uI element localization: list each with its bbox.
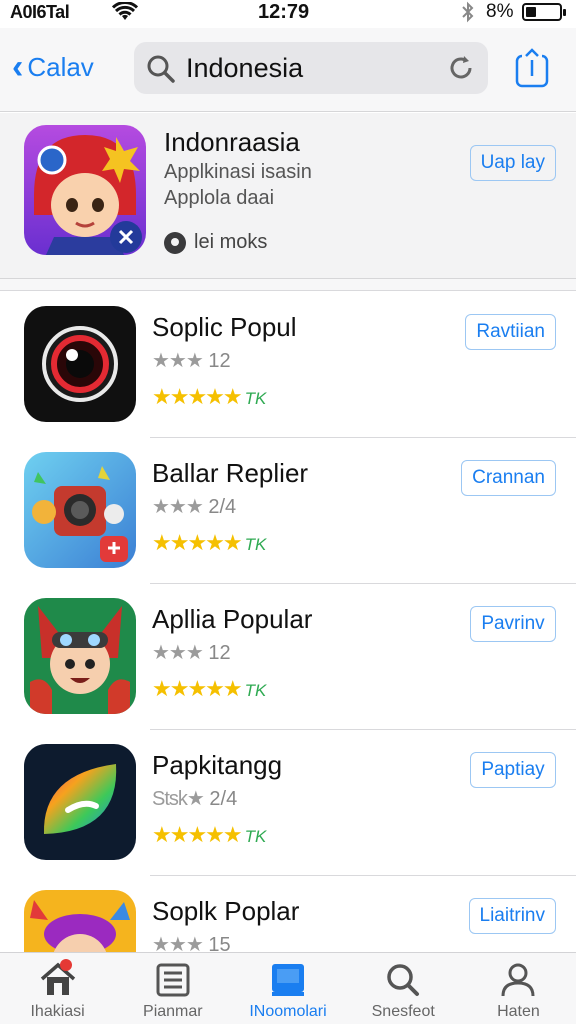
- status-bar: A0I6Tal 12:79 8%: [0, 0, 576, 28]
- tab-label: INoomolari: [249, 1003, 327, 1020]
- tab-label: Snesfeot: [371, 1003, 435, 1020]
- app-stars: ★★★★★ TK: [152, 530, 267, 555]
- get-button[interactable]: Paptiay: [470, 752, 556, 788]
- back-label: Calav: [27, 51, 94, 82]
- wifi-icon: [111, 1, 139, 27]
- search-icon: [383, 961, 423, 1001]
- tab-label: Haten: [497, 1003, 540, 1020]
- app-title: Apllia Popular: [152, 604, 313, 634]
- tab-home[interactable]: Ihakiasi: [0, 953, 115, 1024]
- tab-bar: Ihakiasi Pianmar INoomolari Snesfeot Hat…: [0, 952, 576, 1024]
- search-bar[interactable]: [134, 42, 488, 94]
- featured-subtitle-2: Applola daai: [164, 187, 275, 209]
- app-icon-robot: [24, 452, 136, 568]
- list-item[interactable]: Apllia Popular ★★★ 12 ★★★★★ TK Pavrinv: [0, 584, 576, 730]
- get-button[interactable]: Ravtiian: [465, 314, 556, 350]
- app-title: Soplk Poplar: [152, 896, 300, 926]
- get-button[interactable]: Crannan: [461, 460, 556, 496]
- info-icon: [164, 231, 186, 254]
- featured-subtitle: Applkinasi isasin: [164, 161, 312, 183]
- app-rating: ★★★ 2/4: [152, 496, 237, 518]
- tab-search[interactable]: Snesfeot: [346, 953, 461, 1024]
- get-button[interactable]: Pavrinv: [470, 606, 556, 642]
- app-stars: ★★★★★ TK: [152, 384, 267, 409]
- app-rating: ★★★ 12: [152, 642, 231, 664]
- app-stars: ★★★★★ TK: [152, 676, 267, 701]
- app-title: Papkitangg: [152, 750, 283, 780]
- app-title: Soplic Popul: [152, 312, 297, 342]
- apps-icon: [268, 961, 308, 1001]
- notification-badge: [60, 959, 72, 971]
- list-item[interactable]: Papkitangg Stsk★ 2/4 ★★★★★ TK Paptiay: [0, 730, 576, 876]
- app-icon-character: [24, 598, 136, 714]
- app-icon-camera: [24, 306, 136, 422]
- list-item[interactable]: Soplic Popul ★★★ 12 ★★★★★ TK Ravtiian: [0, 292, 576, 438]
- profile-icon: [498, 961, 538, 1001]
- featured-result[interactable]: Indonraasia Applkinasi isasin Applola da…: [0, 113, 576, 279]
- search-input[interactable]: [186, 51, 436, 85]
- tab-label: Ihakiasi: [30, 1003, 85, 1020]
- app-rating: ★★★ 12: [152, 350, 231, 372]
- app-icon-leaf: [24, 744, 136, 860]
- clock: 12:79: [258, 1, 310, 23]
- app-title: Ballar Replier: [152, 458, 309, 488]
- battery-percent: 8%: [486, 1, 514, 22]
- featured-get-button[interactable]: Uap lay: [469, 145, 556, 181]
- featured-title: Indonraasia: [164, 127, 300, 157]
- section-separator: [0, 279, 576, 291]
- tab-profile[interactable]: Haten: [461, 953, 576, 1024]
- get-button[interactable]: Liaitrinv: [468, 898, 556, 934]
- calendar-icon: [153, 961, 193, 1001]
- featured-meta-label: lei moks: [194, 231, 268, 253]
- app-stars: ★★★★★ TK: [152, 822, 267, 847]
- bluetooth-icon: [460, 1, 476, 28]
- tab-label: Pianmar: [143, 1003, 203, 1020]
- chevron-left-icon: ‹: [12, 48, 24, 86]
- tab-planner[interactable]: Pianmar: [115, 953, 230, 1024]
- featured-meta: lei moks: [164, 231, 267, 254]
- app-rating: Stsk★ 2/4: [152, 788, 238, 810]
- tab-apps[interactable]: INoomolari: [230, 953, 345, 1024]
- battery-icon: [522, 3, 566, 21]
- navigation-bar: ‹ Calav: [0, 28, 576, 112]
- featured-app-icon: [24, 125, 146, 255]
- reload-icon[interactable]: [446, 53, 476, 88]
- back-button[interactable]: ‹ Calav: [12, 50, 94, 84]
- share-icon[interactable]: [514, 48, 550, 93]
- search-icon: [146, 54, 176, 89]
- list-item[interactable]: Ballar Replier ★★★ 2/4 ★★★★★ TK Crannan: [0, 438, 576, 584]
- carrier-label: A0I6Tal: [10, 2, 70, 22]
